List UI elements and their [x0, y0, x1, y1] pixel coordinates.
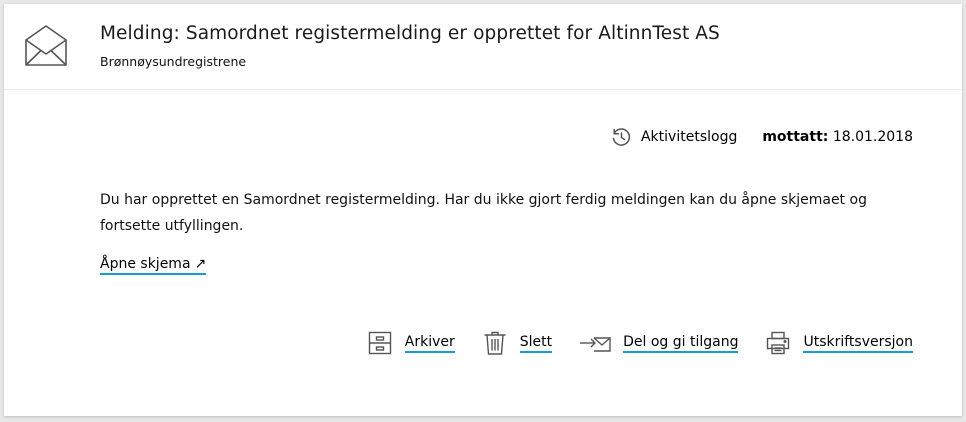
- archive-label: Arkiver: [404, 334, 455, 353]
- envelope-icon: [24, 23, 68, 67]
- message-title: Melding: Samordnet registermelding er op…: [100, 23, 720, 44]
- history-clock-icon: [612, 128, 631, 146]
- print-button[interactable]: Utskriftsversjon: [765, 330, 913, 356]
- received-label: mottatt:: [762, 129, 829, 145]
- archive-icon: [368, 331, 391, 355]
- message-header: Melding: Samordnet registermelding er op…: [4, 4, 962, 90]
- received-date: mottatt: 18.01.2018: [762, 129, 913, 145]
- print-icon: [767, 331, 790, 355]
- message-sender: Brønnøysundregistrene: [100, 54, 247, 69]
- share-label: Del og gi tilgang: [623, 334, 739, 353]
- received-date-value: 18.01.2018: [832, 129, 913, 145]
- share-button[interactable]: Del og gi tilgang: [579, 330, 739, 356]
- action-bar: Arkiver Slett Del og gi tilgang Utskrift…: [340, 330, 913, 356]
- external-arrow-icon: ↗: [194, 256, 207, 272]
- delete-label: Slett: [519, 334, 553, 353]
- open-form-label: Åpne skjema: [100, 256, 191, 272]
- activity-log-link[interactable]: Aktivitetslogg: [610, 126, 737, 148]
- archive-button[interactable]: Arkiver: [367, 330, 455, 356]
- open-form-link[interactable]: Åpne skjema ↗: [100, 256, 207, 275]
- trash-icon: [484, 331, 506, 355]
- message-body: Du har opprettet en Samordnet registerme…: [100, 192, 867, 234]
- message-meta: Aktivitetslogg mottatt: 18.01.2018: [610, 126, 913, 148]
- delete-button[interactable]: Slett: [482, 330, 553, 356]
- message-card: Melding: Samordnet registermelding er op…: [4, 4, 962, 416]
- share-icon: [580, 337, 611, 352]
- print-label: Utskriftsversjon: [803, 334, 913, 353]
- activity-log-label: Aktivitetslogg: [640, 129, 738, 145]
